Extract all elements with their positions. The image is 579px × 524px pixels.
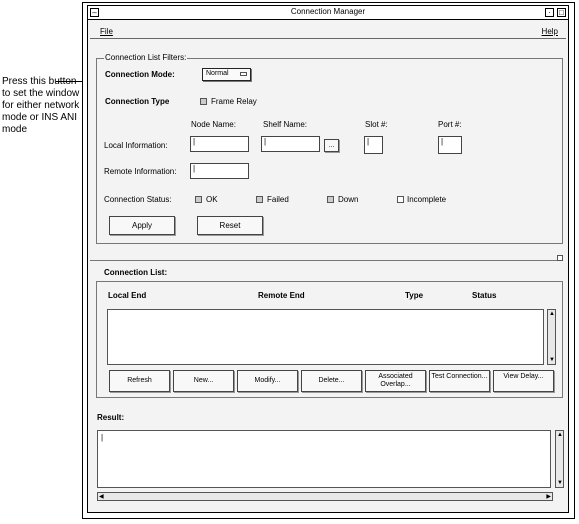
callout-annotation: Press this button to set the window for …	[2, 76, 80, 135]
menu-file[interactable]: File	[100, 27, 113, 36]
test-connection-button[interactable]: Test Connection...	[429, 370, 490, 392]
status-failed-checkbox[interactable]	[256, 196, 263, 203]
connection-type-label: Connection Type	[105, 97, 170, 106]
remote-info-label: Remote Information:	[104, 167, 177, 176]
shelf-name-label: Shelf Name:	[263, 120, 308, 129]
window-titlebar[interactable]: – Connection Manager · □	[88, 6, 568, 20]
connection-list-scrollbar[interactable]: ▲ ▼	[547, 309, 556, 365]
result-label: Result:	[97, 413, 125, 422]
new-button[interactable]: New...	[173, 370, 234, 392]
associated-overlap-button[interactable]: Associated Overlap...	[365, 370, 426, 392]
status-failed-label: Failed	[267, 195, 289, 204]
modify-button[interactable]: Modify...	[237, 370, 298, 392]
result-cursor: |	[101, 433, 104, 442]
remote-node-name-input[interactable]: |	[190, 163, 249, 179]
scroll-down-icon[interactable]: ▼	[549, 357, 555, 363]
apply-button[interactable]: Apply	[109, 216, 175, 235]
connection-mode-label: Connection Mode:	[105, 70, 175, 79]
pane-sash-handle[interactable]	[557, 255, 563, 261]
view-delay-button[interactable]: View Delay...	[493, 370, 554, 392]
connection-mode-option-menu[interactable]: Normal	[202, 68, 251, 81]
status-ok-checkbox[interactable]	[195, 196, 202, 203]
menubar: File Help	[90, 24, 566, 39]
result-text-area[interactable]: |	[97, 430, 551, 488]
local-port-input[interactable]: |	[438, 136, 462, 154]
frame-relay-label: Frame Relay	[211, 97, 257, 106]
connection-list-label: Connection List:	[104, 268, 168, 277]
connection-mode-value: Normal	[206, 70, 229, 77]
local-shelf-name-input[interactable]: |	[261, 136, 320, 152]
scroll-right-icon[interactable]: ▶	[546, 493, 551, 500]
status-incomplete-checkbox[interactable]	[397, 196, 404, 203]
shelf-browse-button[interactable]: ...	[324, 139, 339, 152]
minimize-icon[interactable]: ·	[545, 8, 554, 17]
option-menu-indicator-icon	[240, 72, 247, 76]
filters-group-label: Connection List Filters:	[104, 53, 188, 62]
scroll-left-icon[interactable]: ◀	[99, 493, 104, 500]
delete-button[interactable]: Delete...	[301, 370, 362, 392]
local-node-name-input[interactable]: |	[190, 136, 249, 152]
window-title: Connection Manager	[290, 7, 366, 16]
column-header-local-end[interactable]: Local End	[108, 291, 146, 300]
column-header-type[interactable]: Type	[405, 291, 423, 300]
associated-overlap-label: Associated Overlap...	[378, 373, 413, 388]
menu-help[interactable]: Help	[542, 27, 558, 36]
pane-separator	[90, 260, 557, 261]
local-info-label: Local Information:	[104, 141, 168, 150]
scroll-up-icon[interactable]: ▲	[549, 311, 555, 317]
reset-button[interactable]: Reset	[197, 216, 263, 235]
slot-label: Slot #:	[365, 120, 388, 129]
status-down-checkbox[interactable]	[327, 196, 334, 203]
status-ok-label: OK	[206, 195, 218, 204]
connection-status-label: Connection Status:	[104, 195, 172, 204]
maximize-icon[interactable]: □	[557, 8, 566, 17]
status-down-label: Down	[338, 195, 359, 204]
test-connection-label: Test Connection...	[431, 373, 488, 380]
view-delay-label: View Delay...	[503, 373, 544, 380]
status-incomplete-label: Incomplete	[407, 195, 447, 204]
local-slot-input[interactable]: |	[364, 136, 383, 154]
result-scroll-up-icon[interactable]: ▲	[557, 432, 563, 438]
column-header-status[interactable]: Status	[472, 291, 496, 300]
port-label: Port #:	[438, 120, 462, 129]
refresh-button[interactable]: Refresh	[109, 370, 170, 392]
connection-list-table[interactable]	[107, 309, 544, 365]
result-scroll-down-icon[interactable]: ▼	[557, 480, 563, 486]
result-horizontal-scrollbar[interactable]: ◀ ▶	[97, 492, 553, 501]
column-header-remote-end[interactable]: Remote End	[258, 291, 305, 300]
node-name-label: Node Name:	[191, 120, 236, 129]
frame-relay-checkbox[interactable]	[200, 98, 207, 105]
result-scrollbar[interactable]: ▲ ▼	[555, 430, 564, 488]
